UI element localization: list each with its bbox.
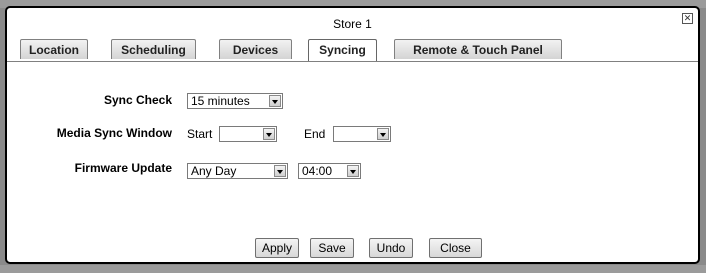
media-sync-window-label: Media Sync Window: [56, 126, 172, 140]
chevron-down-icon: [269, 95, 281, 107]
background-bottom: [0, 265, 706, 273]
firmware-time-select[interactable]: 04:00: [298, 163, 361, 179]
firmware-day-value: Any Day: [191, 164, 237, 178]
chevron-down-icon: [377, 128, 389, 140]
sync-check-select[interactable]: 15 minutes: [187, 93, 283, 109]
close-button[interactable]: Close: [429, 238, 482, 258]
tab-divider: [7, 61, 698, 62]
firmware-update-label: Firmware Update: [74, 161, 172, 175]
end-label: End: [304, 127, 326, 141]
dialog-title: Store 1: [333, 17, 372, 31]
chevron-down-icon: [347, 165, 359, 177]
apply-button[interactable]: Apply: [255, 238, 299, 258]
save-button[interactable]: Save: [310, 238, 354, 258]
tab-syncing[interactable]: Syncing: [308, 39, 377, 61]
tab-bar: Location Scheduling Devices Syncing Remo…: [12, 39, 687, 61]
tab-scheduling[interactable]: Scheduling: [111, 39, 196, 59]
chevron-down-icon: [263, 128, 275, 140]
tab-remote-touch-panel[interactable]: Remote & Touch Panel: [394, 39, 562, 59]
tab-devices[interactable]: Devices: [219, 39, 292, 59]
dialog-button-row: Apply Save Undo Close: [7, 238, 698, 258]
sync-check-value: 15 minutes: [191, 94, 250, 108]
close-icon[interactable]: ✕: [682, 13, 693, 24]
end-select[interactable]: [333, 126, 391, 142]
tab-location[interactable]: Location: [20, 39, 88, 59]
sync-check-label: Sync Check: [103, 93, 172, 107]
firmware-day-select[interactable]: Any Day: [187, 163, 288, 179]
store-settings-dialog: Store 1 ✕ Location Scheduling Devices Sy…: [5, 6, 700, 264]
dialog-titlebar: Store 1 ✕: [7, 8, 698, 38]
start-label: Start: [187, 127, 213, 141]
start-select[interactable]: [219, 126, 277, 142]
undo-button[interactable]: Undo: [369, 238, 413, 258]
chevron-down-icon: [274, 165, 286, 177]
firmware-time-value: 04:00: [302, 164, 333, 178]
